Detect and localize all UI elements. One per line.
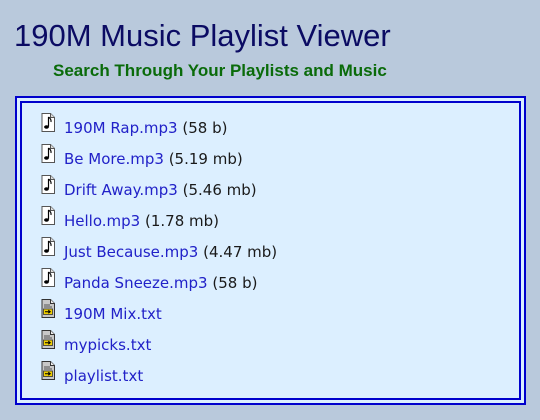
playlist-file-icon [41,299,56,318]
file-item: Panda Sneeze.mp3 (58 b) [41,267,277,298]
file-item: Hello.mp3 (1.78 mb) [41,205,277,236]
file-link[interactable]: Hello.mp3 [64,212,140,230]
music-note-icon [41,268,56,287]
file-item: 190M Rap.mp3 (58 b) [41,112,277,143]
file-size: (5.46 mb) [182,181,257,199]
file-link[interactable]: Panda Sneeze.mp3 [64,274,208,292]
page-title: 190M Music Playlist Viewer [14,18,391,53]
music-note-icon [41,237,56,256]
file-item: 190M Mix.txt [41,298,277,329]
file-size: (4.47 mb) [203,243,278,261]
file-item: playlist.txt [41,360,277,391]
file-link[interactable]: Just Because.mp3 [64,243,198,261]
file-item: Just Because.mp3 (4.47 mb) [41,236,277,267]
file-item: mypicks.txt [41,329,277,360]
playlist-file-icon [41,330,56,349]
music-note-icon [41,144,56,163]
playlist-file-icon [41,361,56,380]
file-link[interactable]: Be More.mp3 [64,150,164,168]
file-link[interactable]: 190M Mix.txt [64,305,162,323]
file-list: 190M Rap.mp3 (58 b) Be More.mp3 (5.19 mb… [41,112,277,391]
file-size: (58 b) [212,274,258,292]
file-link[interactable]: mypicks.txt [64,336,151,354]
file-item: Be More.mp3 (5.19 mb) [41,143,277,174]
playlist-inner-border: 190M Rap.mp3 (58 b) Be More.mp3 (5.19 mb… [20,101,521,400]
page-subtitle: Search Through Your Playlists and Music [53,61,387,80]
file-link[interactable]: 190M Rap.mp3 [64,119,178,137]
playlist-container: 190M Rap.mp3 (58 b) Be More.mp3 (5.19 mb… [15,96,526,405]
file-item: Drift Away.mp3 (5.46 mb) [41,174,277,205]
music-note-icon [41,206,56,225]
file-size: (1.78 mb) [144,212,219,230]
music-note-icon [41,175,56,194]
file-link[interactable]: playlist.txt [64,367,143,385]
music-note-icon [41,113,56,132]
file-link[interactable]: Drift Away.mp3 [64,181,178,199]
file-size: (58 b) [182,119,228,137]
file-size: (5.19 mb) [168,150,243,168]
